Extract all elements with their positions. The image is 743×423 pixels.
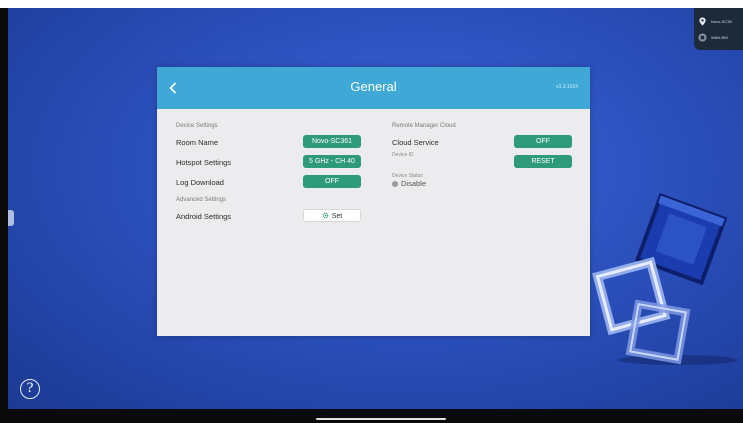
remote-manager-column: Remote Manager Cloud Cloud Service OFF D… [392, 121, 572, 188]
help-button[interactable]: ? [20, 379, 40, 399]
log-download-row: Log Download OFF [176, 172, 361, 192]
log-download-toggle[interactable]: OFF [303, 175, 361, 188]
panel-title: General [350, 79, 397, 94]
android-settings-label: Android Settings [176, 212, 232, 221]
device-id-label: Device ID [392, 152, 414, 158]
cloud-service-row: Cloud Service OFF [392, 132, 572, 152]
log-download-label: Log Download [176, 178, 224, 187]
android-settings-button[interactable]: Set [303, 209, 361, 222]
device-settings-column: Device Settings Room Name Novo-SC361 Hot… [176, 121, 361, 226]
android-settings-button-label: Set [331, 213, 343, 220]
location-pin-icon [699, 16, 706, 26]
panel-header: General v3.3.1624 [157, 67, 590, 109]
tray-location-row[interactable]: Novo-SC36 [698, 13, 739, 29]
hotspot-settings-button[interactable]: 5 GHz - CH 40 [303, 155, 361, 168]
device-status-line: Disable [392, 179, 572, 188]
home-indicator[interactable] [316, 418, 446, 420]
room-name-row: Room Name Novo-SC361 [176, 132, 361, 152]
general-settings-panel: General v3.3.1624 Device Settings Room N… [157, 67, 590, 336]
room-name-button[interactable]: Novo-SC361 [303, 135, 361, 148]
device-id-row: Device ID RESET [392, 152, 572, 172]
android-settings-row: Android Settings Set [176, 206, 361, 226]
tray-network-row[interactable]: WAN-RM [698, 29, 739, 45]
decorative-cubes-graphic [592, 193, 738, 365]
device-status-value: Disable [401, 179, 427, 188]
advanced-settings-heading: Advanced Settings [176, 197, 227, 203]
cloud-service-label: Cloud Service [392, 138, 439, 147]
room-name-label: Room Name [176, 138, 219, 147]
device-settings-heading: Device Settings [176, 123, 218, 129]
tray-location-text: Novo-SC36 [711, 18, 732, 24]
tray-network-text: WAN-RM [711, 34, 728, 40]
network-icon [698, 32, 707, 42]
status-dot-icon [392, 180, 398, 187]
bottom-navigation-bar [0, 409, 743, 423]
hotspot-settings-label: Hotspot Settings [176, 158, 232, 167]
gear-icon [322, 212, 329, 219]
remote-manager-heading: Remote Manager Cloud [392, 123, 456, 129]
reset-button[interactable]: RESET [514, 155, 572, 168]
hotspot-settings-row: Hotspot Settings 5 GHz - CH 40 [176, 152, 361, 172]
top-edge-bar [0, 0, 743, 8]
device-status-block: Device Status Disable [392, 173, 572, 188]
cloud-service-toggle[interactable]: OFF [514, 135, 572, 148]
version-text: v3.3.1624 [556, 84, 578, 90]
side-drawer-handle[interactable] [8, 210, 14, 226]
status-tray[interactable]: Novo-SC36 WAN-RM [694, 8, 743, 50]
